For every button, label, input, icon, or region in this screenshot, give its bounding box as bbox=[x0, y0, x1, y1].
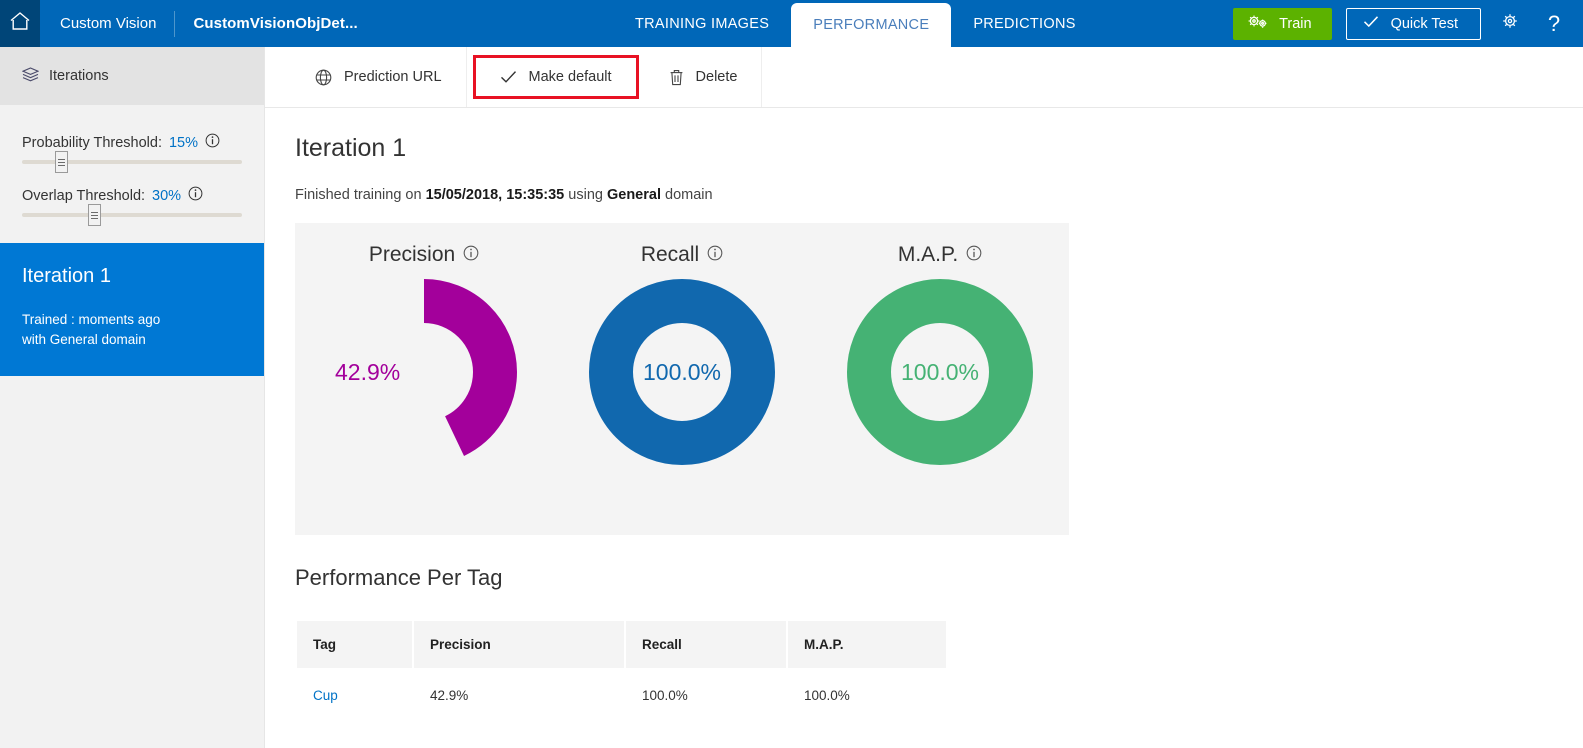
metric-map-label: M.A.P. bbox=[898, 243, 958, 267]
iteration-card-domain: with General domain bbox=[22, 330, 264, 350]
layers-icon bbox=[22, 67, 39, 86]
training-summary-suffix: domain bbox=[661, 187, 713, 203]
training-summary-domain: General bbox=[607, 187, 661, 203]
training-summary-prefix: Finished training on bbox=[295, 187, 426, 203]
probability-threshold-slider[interactable] bbox=[22, 160, 242, 164]
metric-map-title: M.A.P. bbox=[898, 243, 982, 267]
probability-threshold-value: 15% bbox=[169, 135, 198, 151]
main-content: Iteration 1 Finished training on 15/05/2… bbox=[265, 108, 1583, 748]
quick-test-label: Quick Test bbox=[1391, 16, 1458, 32]
make-default-label: Make default bbox=[529, 69, 612, 85]
brand-area: Custom Vision CustomVisionObjDet... bbox=[40, 0, 358, 47]
table-row: Cup 42.9% 100.0% 100.0% bbox=[297, 668, 946, 713]
project-name[interactable]: CustomVisionObjDet... bbox=[193, 15, 357, 32]
header-actions: Train Quick Test ? bbox=[1233, 0, 1569, 47]
info-icon[interactable] bbox=[966, 243, 982, 267]
globe-icon bbox=[315, 69, 332, 86]
iteration-card-trained: Trained : moments ago bbox=[22, 310, 264, 330]
home-icon bbox=[9, 11, 31, 36]
prediction-url-label: Prediction URL bbox=[344, 69, 442, 85]
column-header-recall[interactable]: Recall bbox=[626, 621, 786, 668]
gears-icon bbox=[1247, 14, 1269, 34]
metric-precision: Precision 42.9% bbox=[295, 223, 553, 535]
probability-threshold-thumb[interactable] bbox=[55, 151, 68, 173]
home-button[interactable] bbox=[0, 0, 40, 47]
info-icon[interactable] bbox=[463, 243, 479, 267]
overlap-threshold-thumb[interactable] bbox=[88, 204, 101, 226]
metric-recall: Recall 100.0% bbox=[553, 223, 811, 535]
column-header-tag[interactable]: Tag bbox=[297, 621, 412, 668]
app-name[interactable]: Custom Vision bbox=[60, 15, 156, 32]
trash-icon bbox=[669, 69, 684, 86]
probability-threshold-label: Probability Threshold: 15% bbox=[22, 133, 242, 152]
iteration-toolbar: Prediction URL Make default Delete bbox=[265, 47, 1583, 108]
training-summary-middle: using bbox=[564, 187, 607, 203]
tab-predictions[interactable]: PREDICTIONS bbox=[951, 0, 1097, 47]
delete-label: Delete bbox=[696, 69, 738, 85]
brand-divider bbox=[174, 11, 175, 37]
overlap-threshold-slider[interactable] bbox=[22, 213, 242, 217]
tag-link[interactable]: Cup bbox=[313, 688, 338, 703]
info-icon[interactable] bbox=[188, 186, 203, 205]
column-header-map[interactable]: M.A.P. bbox=[788, 621, 946, 668]
metric-recall-title: Recall bbox=[641, 243, 723, 267]
recall-value: 100.0% bbox=[589, 279, 775, 465]
training-summary-date: 15/05/2018, 15:35:35 bbox=[426, 187, 565, 203]
cell-tag: Cup bbox=[297, 668, 412, 713]
metric-recall-label: Recall bbox=[641, 243, 699, 267]
question-mark-icon: ? bbox=[1548, 13, 1560, 35]
training-summary: Finished training on 15/05/2018, 15:35:3… bbox=[295, 187, 1583, 203]
cell-precision: 42.9% bbox=[414, 668, 624, 713]
checkmark-icon bbox=[1363, 15, 1379, 32]
checkmark-icon bbox=[500, 70, 517, 84]
table-header-row: Tag Precision Recall M.A.P. bbox=[297, 621, 946, 668]
iteration-card-title: Iteration 1 bbox=[22, 265, 264, 288]
settings-button[interactable] bbox=[1495, 9, 1525, 39]
info-icon[interactable] bbox=[205, 133, 220, 152]
delete-button[interactable]: Delete bbox=[645, 47, 763, 107]
metric-precision-title: Precision bbox=[369, 243, 479, 267]
sidebar-iterations-header: Iterations bbox=[0, 47, 264, 105]
map-donut-chart: 100.0% bbox=[847, 279, 1033, 465]
precision-value: 42.9% bbox=[331, 279, 517, 465]
metric-precision-label: Precision bbox=[369, 243, 455, 267]
make-default-button[interactable]: Make default bbox=[473, 55, 639, 99]
info-icon[interactable] bbox=[707, 243, 723, 267]
sidebar-controls: Probability Threshold: 15% Overlap Thres… bbox=[0, 105, 264, 217]
probability-threshold-text: Probability Threshold: bbox=[22, 135, 162, 151]
sidebar-iterations-label: Iterations bbox=[49, 68, 109, 84]
precision-donut-chart: 42.9% bbox=[331, 279, 517, 465]
iteration-list-item-1[interactable]: Iteration 1 Trained : moments ago with G… bbox=[0, 243, 264, 376]
tab-training-images[interactable]: TRAINING IMAGES bbox=[613, 0, 791, 47]
cell-map: 100.0% bbox=[788, 668, 946, 713]
sidebar: Iterations Probability Threshold: 15% Ov… bbox=[0, 47, 265, 748]
quick-test-button[interactable]: Quick Test bbox=[1346, 8, 1481, 40]
cell-recall: 100.0% bbox=[626, 668, 786, 713]
column-header-precision[interactable]: Precision bbox=[414, 621, 624, 668]
top-header-bar: Custom Vision CustomVisionObjDet... TRAI… bbox=[0, 0, 1583, 47]
overlap-threshold-text: Overlap Threshold: bbox=[22, 188, 145, 204]
prediction-url-button[interactable]: Prediction URL bbox=[291, 47, 467, 107]
gear-icon bbox=[1500, 11, 1520, 36]
help-button[interactable]: ? bbox=[1539, 9, 1569, 39]
train-button-label: Train bbox=[1279, 16, 1312, 32]
performance-per-tag-title: Performance Per Tag bbox=[295, 565, 1583, 591]
tab-performance[interactable]: PERFORMANCE bbox=[791, 3, 951, 47]
map-value: 100.0% bbox=[847, 279, 1033, 465]
recall-donut-chart: 100.0% bbox=[589, 279, 775, 465]
overlap-threshold-label: Overlap Threshold: 30% bbox=[22, 186, 242, 205]
metric-map: M.A.P. 100.0% bbox=[811, 223, 1069, 535]
page-title: Iteration 1 bbox=[295, 134, 1583, 163]
overlap-threshold-value: 30% bbox=[152, 188, 181, 204]
main-tabs: TRAINING IMAGES PERFORMANCE PREDICTIONS bbox=[613, 0, 1098, 47]
train-button[interactable]: Train bbox=[1233, 8, 1332, 40]
metrics-panel: Precision 42.9% Recall bbox=[295, 223, 1069, 535]
performance-per-tag-table: Tag Precision Recall M.A.P. Cup 42.9% 10… bbox=[295, 621, 948, 713]
